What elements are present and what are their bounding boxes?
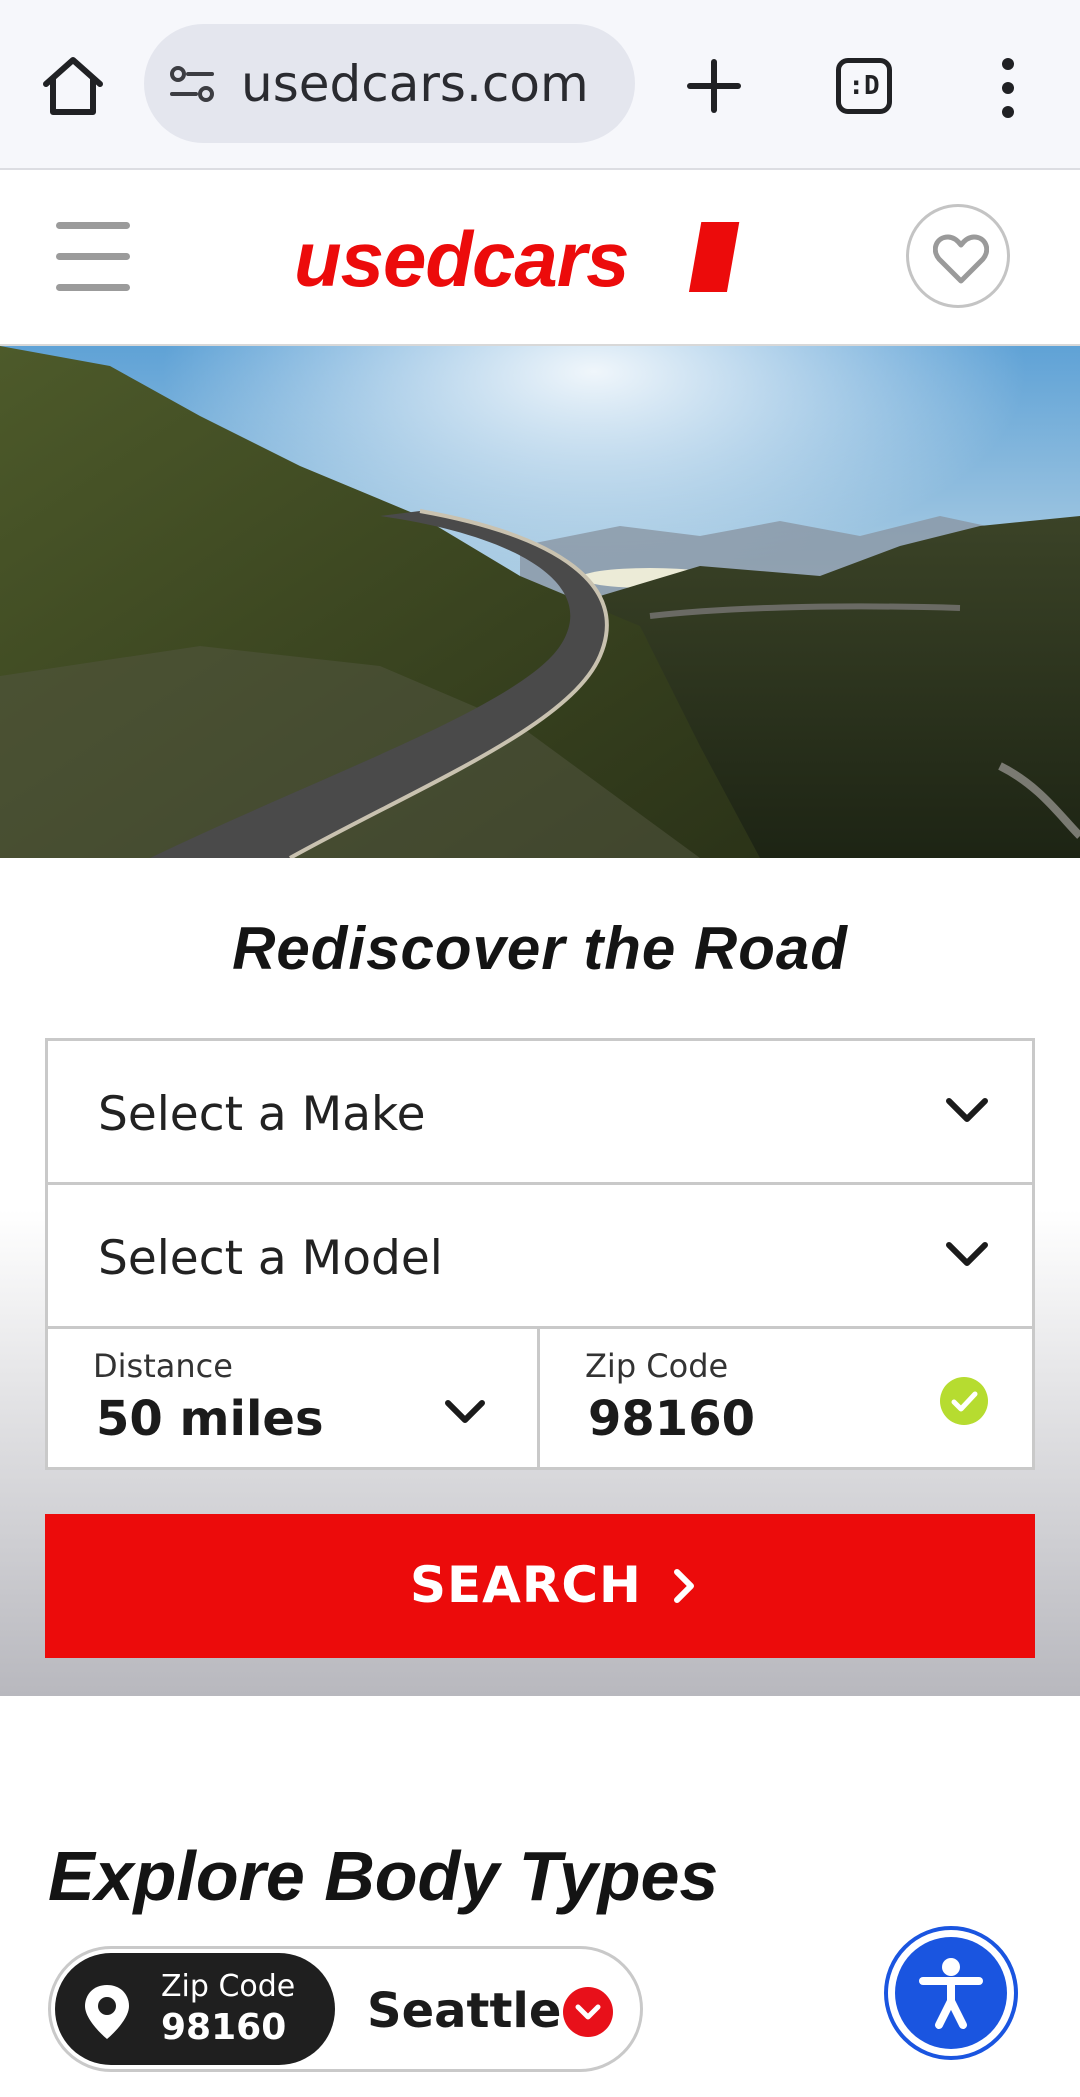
model-select[interactable]: Select a Model: [48, 1185, 1032, 1329]
chevron-down-icon: [946, 1242, 988, 1266]
city-name: Seattle: [367, 1983, 562, 2039]
search-title: Rediscover the Road: [232, 915, 848, 982]
tab-switcher-icon[interactable]: :D: [836, 58, 892, 114]
tab-switcher-label: :D: [848, 71, 880, 101]
site-settings-icon[interactable]: [168, 64, 218, 104]
make-select-label: Select a Make: [98, 1087, 426, 1142]
more-menu-icon[interactable]: [990, 56, 1026, 120]
address-bar[interactable]: usedcars.com: [144, 24, 635, 143]
search-form: Select a Make Select a Model Distance 50…: [45, 1038, 1035, 1470]
hamburger-icon[interactable]: [56, 222, 130, 292]
heart-icon: [933, 234, 989, 284]
location-selector[interactable]: Zip Code 98160 Seattle: [48, 1946, 643, 2072]
zip-badge-value: 98160: [161, 2007, 287, 2048]
site-header: usedcars .com: [0, 172, 1080, 346]
distance-value: 50 miles: [96, 1391, 324, 1447]
accessibility-button[interactable]: [884, 1926, 1018, 2060]
chevron-right-icon: [674, 1569, 694, 1603]
zip-code-label: Zip Code: [585, 1347, 729, 1385]
url-text: usedcars.com: [241, 55, 589, 113]
search-button[interactable]: SEARCH: [45, 1514, 1035, 1658]
distance-zip-row: Distance 50 miles Zip Code 98160: [48, 1329, 1032, 1467]
location-pin-icon: [85, 1985, 129, 2039]
zip-code-field[interactable]: Zip Code 98160: [540, 1329, 1032, 1467]
logo-text: usedcars: [294, 218, 629, 302]
chevron-down-circle-icon[interactable]: [563, 1987, 613, 2037]
distance-select[interactable]: Distance 50 miles: [48, 1329, 540, 1467]
hero-image: [0, 346, 1080, 858]
browser-toolbar: usedcars.com :D: [0, 0, 1080, 170]
chevron-down-icon: [946, 1098, 988, 1122]
zip-badge-label: Zip Code: [161, 1969, 296, 2004]
make-select[interactable]: Select a Make: [48, 1041, 1032, 1185]
zip-code-value: 98160: [588, 1391, 755, 1447]
bottom-bar: Zip Code 98160 Seattle: [0, 1920, 1080, 2097]
distance-label: Distance: [93, 1347, 233, 1385]
usedcars-logo[interactable]: usedcars .com: [290, 218, 745, 302]
chevron-down-icon: [445, 1400, 485, 1423]
search-panel: Rediscover the Road Select a Make Select…: [0, 858, 1080, 1696]
accessibility-icon: [895, 1937, 1007, 2049]
zip-badge: Zip Code 98160: [55, 1953, 335, 2065]
model-select-label: Select a Model: [98, 1231, 443, 1286]
new-tab-icon[interactable]: [682, 54, 746, 118]
check-circle-icon: [940, 1377, 988, 1425]
home-icon[interactable]: [38, 52, 108, 118]
favorites-button[interactable]: [906, 204, 1010, 308]
explore-body-types-heading: Explore Body Types: [48, 1837, 719, 1915]
search-button-label: SEARCH: [410, 1556, 642, 1614]
